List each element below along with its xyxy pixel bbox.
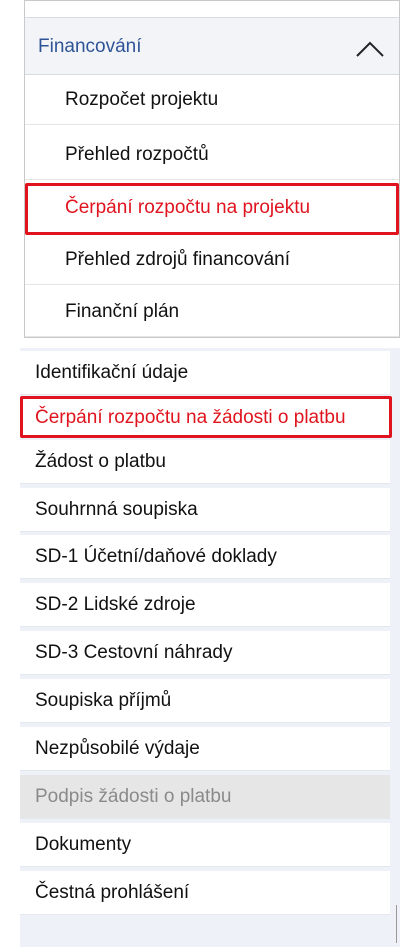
- menu-item-label: SD-3 Cestovní náhrady: [35, 642, 233, 663]
- menu-item-label: Přehled zdrojů financování: [65, 249, 290, 270]
- menu-item-label: Nezpůsobilé výdaje: [35, 738, 200, 759]
- menu-item-prehled-rozpoctu[interactable]: Přehled rozpočtů: [25, 130, 399, 180]
- menu-item-financni-plan[interactable]: Finanční plán: [25, 287, 399, 337]
- menu-item-label: Finanční plán: [65, 301, 180, 322]
- financing-section-title: Financování: [38, 36, 142, 57]
- menu-item-label: Identifikační údaje: [35, 362, 189, 383]
- menu-item-label: Dokumenty: [35, 834, 132, 855]
- menu-item-dokumenty[interactable]: Dokumenty: [20, 823, 390, 867]
- menu-item-label: Přehled rozpočtů: [65, 144, 209, 165]
- menu-item-cerpani-rozpoctu-na-projektu[interactable]: Čerpání rozpočtu na projektu: [25, 183, 399, 235]
- menu-item-identifikacni-udaje[interactable]: Identifikační údaje: [20, 351, 390, 395]
- menu-item-label: Souhrnná soupiska: [35, 499, 198, 520]
- financing-section-header[interactable]: Financování: [25, 17, 399, 75]
- menu-item-sd1-ucetni-danove-doklady[interactable]: SD-1 Účetní/daňové doklady: [20, 535, 390, 579]
- menu-item-podpis-zadosti-o-platbu: Podpis žádosti o platbu: [20, 775, 390, 819]
- menu-item-label: SD-2 Lidské zdroje: [35, 594, 196, 615]
- menu-item-cerpani-rozpoctu-na-zadosti[interactable]: Čerpání rozpočtu na žádosti o platbu: [20, 396, 392, 438]
- menu-item-label: Rozpočet projektu: [65, 89, 219, 110]
- menu-item-label: Čerpání rozpočtu na projektu: [65, 197, 311, 218]
- menu-item-label: SD-1 Účetní/daňové doklady: [35, 546, 277, 567]
- menu-item-rozpocet-projektu[interactable]: Rozpočet projektu: [25, 75, 399, 125]
- menu-item-zadost-o-platbu[interactable]: Žádost o platbu: [20, 440, 390, 484]
- menu-item-label: Podpis žádosti o platbu: [35, 786, 232, 807]
- menu-item-cestna-prohlaseni[interactable]: Čestná prohlášení: [20, 871, 390, 915]
- chevron-up-icon[interactable]: [355, 41, 385, 57]
- menu-item-label: Žádost o platbu: [35, 451, 166, 472]
- request-menu-panel: Identifikační údaje Čerpání rozpočtu na …: [20, 348, 400, 947]
- menu-item-sd3-cestovni-nahrady[interactable]: SD-3 Cestovní náhrady: [20, 631, 390, 675]
- menu-item-label: Soupiska příjmů: [35, 690, 172, 711]
- menu-item-sd2-lidske-zdroje[interactable]: SD-2 Lidské zdroje: [20, 583, 390, 627]
- financing-panel: Financování Rozpočet projektu Přehled ro…: [24, 0, 400, 338]
- menu-item-soupiska-prijmu[interactable]: Soupiska příjmů: [20, 679, 390, 723]
- panel-edge-divider: [396, 905, 397, 943]
- menu-item-prehled-zdroju-financovani[interactable]: Přehled zdrojů financování: [25, 235, 399, 285]
- menu-item-nezpusobile-vydaje[interactable]: Nezpůsobilé výdaje: [20, 727, 390, 771]
- menu-item-label: Čestná prohlášení: [35, 882, 190, 903]
- menu-item-label: Čerpání rozpočtu na žádosti o platbu: [35, 407, 346, 428]
- menu-item-souhrnna-soupiska[interactable]: Souhrnná soupiska: [20, 488, 390, 532]
